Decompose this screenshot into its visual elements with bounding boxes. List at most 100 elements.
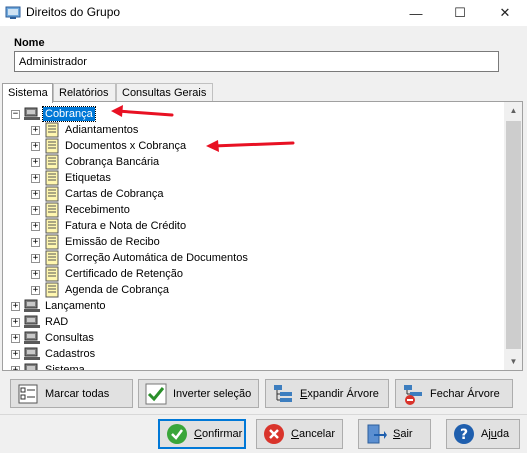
tree-node-child[interactable]: + Etiquetas	[31, 170, 113, 186]
expandir-arvore-label: Expandir Árvore	[300, 388, 379, 400]
tree-node-root[interactable]: + RAD	[11, 314, 70, 330]
vertical-scrollbar[interactable]: ▲ ▼	[504, 102, 522, 370]
expand-icon[interactable]: +	[31, 253, 40, 263]
computer-icon	[24, 331, 40, 344]
close-button[interactable]: ✕	[483, 0, 527, 26]
expand-icon[interactable]: +	[31, 221, 40, 231]
tree-node-child[interactable]: + Cobrança Bancária	[31, 154, 161, 170]
app-icon	[5, 6, 21, 19]
tree-node-root[interactable]: + Cadastros	[11, 346, 97, 362]
dialog-window: Direitos do Grupo — ☐ ✕ Nome Sistema Rel…	[0, 0, 527, 453]
document-icon	[45, 186, 59, 202]
tree-node-label: Cartas de Cobrança	[65, 188, 164, 200]
expand-icon[interactable]: +	[11, 317, 20, 327]
expandir-arvore-button[interactable]: Expandir Árvore	[265, 379, 389, 408]
cancelar-button[interactable]: Cancelar	[256, 419, 343, 449]
tree-node-child[interactable]: + Agenda de Cobrança	[31, 282, 171, 298]
tree-node-child[interactable]: + Documentos x Cobrança	[31, 138, 188, 154]
document-icon	[45, 170, 59, 186]
tree-node-label: Recebimento	[65, 204, 130, 216]
tree-node-label: Agenda de Cobrança	[65, 284, 169, 296]
tree-node-root[interactable]: + Lançamento	[11, 298, 108, 314]
confirm-check-icon	[167, 424, 187, 444]
expand-icon[interactable]: +	[31, 285, 40, 295]
tree-node-child[interactable]: + Emissão de Recibo	[31, 234, 162, 250]
scroll-down-arrow-icon[interactable]: ▼	[504, 353, 522, 370]
tree-node-label: Lançamento	[45, 300, 106, 312]
tree-node-cobranca[interactable]: − Cobrança	[11, 106, 96, 122]
computer-icon	[24, 107, 40, 120]
sair-label: Sair	[393, 428, 413, 440]
tab-sistema[interactable]: Sistema	[2, 83, 53, 103]
tree-node-root[interactable]: + Sistema	[11, 362, 87, 370]
expand-icon[interactable]: +	[31, 125, 40, 135]
checkmark-icon	[145, 383, 167, 404]
tree-node-label: Documentos x Cobrança	[65, 140, 187, 152]
tree-node-label: Etiquetas	[65, 172, 111, 184]
tree-node-child[interactable]: + Certificado de Retenção	[31, 266, 185, 282]
expand-icon[interactable]: +	[11, 365, 20, 370]
expand-icon[interactable]: +	[11, 333, 20, 343]
maximize-button[interactable]: ☐	[438, 0, 482, 26]
tree-node-label: Cobrança	[42, 106, 96, 122]
nome-input[interactable]	[14, 51, 499, 72]
fechar-arvore-label: Fechar Árvore	[430, 387, 500, 400]
svg-text:?: ?	[460, 427, 468, 443]
document-icon	[45, 234, 59, 250]
cancelar-label: Cancelar	[291, 428, 336, 440]
tree-node-child[interactable]: + Correção Automática de Documentos	[31, 250, 250, 266]
title-bar[interactable]: Direitos do Grupo — ☐ ✕	[0, 0, 527, 26]
tab-relatorios[interactable]: Relatórios	[53, 83, 116, 102]
cancel-x-icon	[264, 424, 284, 444]
ajuda-label: Ajuda	[481, 428, 510, 440]
expand-icon[interactable]: +	[31, 141, 40, 151]
tree-node-child[interactable]: + Cartas de Cobrança	[31, 186, 165, 202]
tree-node-label: RAD	[45, 316, 69, 328]
confirmar-button[interactable]: Confirmar	[158, 419, 246, 449]
marcar-todas-button[interactable]: Marcar todas	[10, 379, 133, 408]
document-icon	[45, 266, 59, 282]
tree-node-child[interactable]: + Fatura e Nota de Crédito	[31, 218, 188, 234]
document-icon	[45, 282, 59, 298]
marcar-todas-label: Marcar todas	[45, 387, 110, 400]
tree-node-label: Cadastros	[45, 348, 96, 360]
expand-icon[interactable]: +	[11, 349, 20, 359]
expand-icon[interactable]: +	[31, 269, 40, 279]
tree-node-label: Correção Automática de Documentos	[65, 252, 248, 264]
tree-node-label: Certificado de Retenção	[65, 268, 184, 280]
tree-node-child[interactable]: + Adiantamentos	[31, 122, 140, 138]
minimize-button[interactable]: —	[394, 0, 438, 26]
expand-tree-icon	[274, 384, 292, 402]
tree-node-label: Fatura e Nota de Crédito	[65, 220, 187, 232]
confirmar-label: Confirmar	[194, 428, 243, 440]
rights-tree-panel[interactable]: − Cobrança + Adiantamentos + Documentos x Cob…	[2, 101, 523, 371]
computer-icon	[24, 315, 40, 328]
scroll-thumb[interactable]	[506, 121, 521, 349]
tree-node-child[interactable]: + Recebimento	[31, 202, 132, 218]
computer-icon	[24, 347, 40, 360]
tree-node-label: Consultas	[45, 332, 94, 344]
sair-button[interactable]: Sair	[358, 419, 431, 449]
scroll-up-arrow-icon[interactable]: ▲	[504, 102, 522, 119]
collapse-icon[interactable]: −	[11, 109, 20, 119]
document-icon	[45, 218, 59, 234]
document-icon	[45, 202, 59, 218]
expand-icon[interactable]: +	[11, 301, 20, 311]
tab-consultas-gerais[interactable]: Consultas Gerais	[116, 83, 213, 102]
computer-icon	[24, 299, 40, 312]
tree-node-root[interactable]: + Consultas	[11, 330, 96, 346]
inverter-selecao-label: Inverter seleção	[173, 387, 252, 400]
fechar-arvore-button[interactable]: Fechar Árvore	[395, 379, 513, 408]
collapse-tree-icon	[404, 384, 422, 405]
window-title: Direitos do Grupo	[26, 5, 121, 19]
expand-icon[interactable]: +	[31, 237, 40, 247]
computer-icon	[24, 363, 38, 370]
expand-icon[interactable]: +	[31, 205, 40, 215]
inverter-selecao-button[interactable]: Inverter seleção	[138, 379, 259, 408]
ajuda-button[interactable]: ? Ajuda	[446, 419, 520, 449]
expand-icon[interactable]: +	[31, 157, 40, 167]
document-icon	[45, 138, 59, 154]
tree-node-label: Adiantamentos	[65, 124, 139, 136]
expand-icon[interactable]: +	[31, 173, 40, 183]
expand-icon[interactable]: +	[31, 189, 40, 199]
